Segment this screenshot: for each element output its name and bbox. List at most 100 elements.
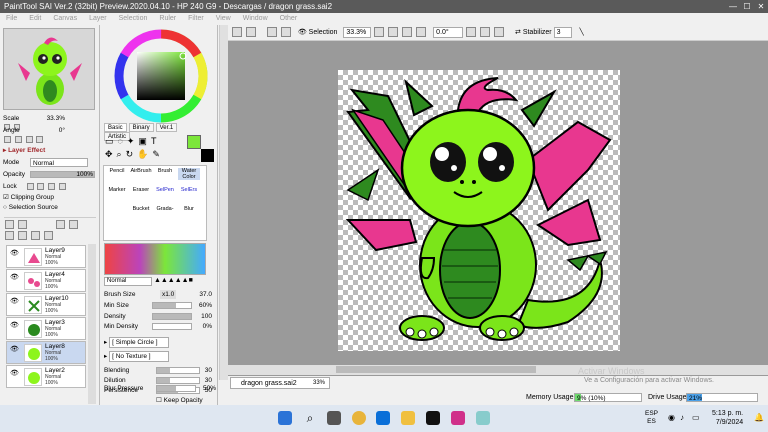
document-tab[interactable]: dragon grass.sai2 33% — [230, 377, 330, 389]
clipping-row[interactable]: ☑ Clipping Group — [3, 193, 97, 202]
mode-select[interactable]: Normal — [30, 158, 88, 167]
clock[interactable]: 5:13 p. m. 7/9/2024 — [712, 409, 743, 427]
min-density-row[interactable]: Min Density 0% — [104, 322, 212, 331]
wifi-icon[interactable]: ◉ — [668, 413, 675, 422]
density-slider[interactable] — [152, 313, 192, 320]
tab-binary[interactable]: Binary — [128, 123, 154, 132]
flip-icon[interactable]: ⇄ — [515, 29, 521, 36]
tool-pencil[interactable]: Pencil — [106, 168, 128, 174]
minimize-button[interactable]: — — [726, 0, 740, 13]
hscroll-thumb[interactable] — [336, 366, 536, 373]
rotate-reset-button[interactable] — [14, 135, 22, 143]
delete-layer-button[interactable] — [68, 220, 78, 229]
tool-water-color[interactable]: Water Color — [178, 168, 200, 180]
min-size-row[interactable]: Min Size 60% — [104, 301, 212, 310]
brush-shape-icons[interactable]: ▲▲▲▲▲■ — [154, 277, 193, 284]
layer-item[interactable]: 👁 Layer2 Normal 100% — [6, 365, 86, 388]
tool-airbrush[interactable]: AirBrush — [130, 168, 152, 174]
menu-filter[interactable]: Filter — [182, 13, 210, 25]
rotate-icon[interactable]: ↻ — [126, 149, 138, 159]
zoom-fit-button[interactable] — [402, 27, 413, 38]
undo-button[interactable] — [232, 27, 242, 38]
navigator-preview[interactable] — [3, 28, 95, 110]
search-icon[interactable]: ⌕ — [303, 411, 317, 425]
brush-shape-row[interactable]: ▸ [ Simple Circle ] — [104, 337, 212, 348]
tool-brush[interactable]: Brush — [154, 168, 176, 174]
layer-item[interactable]: 👁 Layer3 Normal 100% — [6, 317, 86, 340]
move-icon[interactable]: ✥ — [105, 149, 117, 159]
task-view-icon[interactable] — [327, 411, 341, 425]
deselect-button[interactable] — [266, 27, 277, 38]
tool-bucket[interactable]: Bucket — [130, 206, 152, 212]
layer-effect-header[interactable]: ▸ Layer Effect — [3, 146, 97, 155]
volume-icon[interactable]: ♪ — [680, 413, 684, 422]
tool-selpen[interactable]: SelPen — [154, 187, 176, 193]
rotate-reset-button[interactable] — [494, 27, 505, 38]
layer-scrollbar[interactable] — [88, 244, 96, 404]
layer-item[interactable]: 👁 Layer4 Normal 100% — [6, 269, 86, 292]
text-icon[interactable]: T — [151, 136, 161, 146]
zoom-icon[interactable]: ⌕ — [117, 149, 126, 159]
lasso-icon[interactable]: ◌ — [118, 136, 127, 146]
scale-row[interactable]: Scale 33.3% — [3, 114, 97, 123]
blending-slider[interactable] — [156, 367, 200, 374]
transfer-down-button[interactable] — [17, 231, 27, 240]
maximize-button[interactable]: ☐ — [740, 0, 754, 13]
rotate-ccw-button[interactable] — [466, 27, 477, 38]
language-indicator[interactable]: ESP ES — [645, 410, 658, 426]
clear-layer-button[interactable] — [30, 231, 40, 240]
menu-layer[interactable]: Layer — [83, 13, 113, 25]
merge-down-button[interactable] — [5, 231, 14, 240]
min-density-slider[interactable] — [152, 323, 192, 330]
mask-button[interactable] — [43, 231, 53, 240]
eye-icon[interactable]: 👁 — [9, 273, 20, 281]
menu-canvas[interactable]: Canvas — [47, 13, 83, 25]
close-button[interactable]: ✕ — [754, 0, 768, 13]
canvas-document[interactable] — [338, 70, 620, 351]
zoom-input[interactable]: 33.3% — [343, 27, 372, 38]
magic-wand-icon[interactable]: ✦ — [127, 136, 139, 146]
line-tool-icon[interactable]: ╲ — [580, 29, 584, 36]
brush-size-row[interactable]: Brush Size x1.0 37.0 — [104, 290, 212, 299]
tab-ver1[interactable]: Ver.1 — [155, 123, 178, 132]
eye-icon[interactable]: 👁 — [298, 29, 307, 36]
color-wheel[interactable] — [111, 28, 211, 124]
instagram-icon[interactable] — [451, 411, 465, 425]
brush-texture-row[interactable]: ▸ [ No Texture ] — [104, 351, 212, 362]
lock-pixels-button[interactable] — [26, 182, 34, 190]
invert-selection-button[interactable] — [280, 27, 291, 38]
density-row[interactable]: Density 100 — [104, 312, 212, 321]
keep-opacity-checkbox[interactable]: ☐ — [156, 397, 162, 404]
dilution-slider[interactable] — [156, 377, 200, 384]
new-layer-button[interactable] — [5, 220, 14, 229]
blur-pressure-slider[interactable] — [156, 385, 196, 392]
layer-item[interactable]: 👁 Layer9 Normal 100% — [6, 245, 86, 268]
eye-icon[interactable]: 👁 — [9, 249, 20, 257]
primary-color-swatch[interactable] — [187, 135, 201, 149]
flip-button[interactable] — [36, 135, 44, 143]
notification-icon[interactable]: 🔔 — [754, 413, 764, 422]
rotate-right-button[interactable] — [25, 135, 33, 143]
eye-icon[interactable]: 👁 — [9, 297, 20, 305]
lock-move-button[interactable] — [37, 182, 45, 190]
eye-icon[interactable]: 👁 — [9, 369, 20, 377]
select-rect-icon[interactable]: ▭ — [105, 136, 118, 146]
bucket-layer-icon[interactable] — [55, 220, 65, 229]
clipping-checkbox[interactable]: ☑ — [3, 194, 9, 201]
blur-pressure-row[interactable]: Blur Pressure 50% — [104, 384, 216, 393]
fill-icon[interactable]: ▣ — [138, 136, 151, 146]
zoom-reset-button[interactable] — [416, 27, 427, 38]
tool-selers[interactable]: SelErs — [178, 187, 200, 193]
panel-scrollbar[interactable] — [219, 25, 228, 380]
start-icon[interactable] — [278, 411, 292, 425]
eye-icon[interactable]: 👁 — [9, 321, 20, 329]
edge-icon[interactable] — [376, 411, 390, 425]
eyedropper-icon[interactable]: ✎ — [152, 149, 164, 159]
secondary-color-swatch[interactable] — [201, 149, 214, 162]
tool-gradation[interactable]: Grada- — [154, 206, 176, 212]
blending-row[interactable]: Blending 30 — [104, 366, 212, 375]
hand-icon[interactable]: ✋ — [137, 149, 152, 159]
menu-edit[interactable]: Edit — [23, 13, 47, 25]
battery-icon[interactable]: ▭ — [692, 413, 700, 422]
file-explorer-icon[interactable] — [401, 411, 415, 425]
